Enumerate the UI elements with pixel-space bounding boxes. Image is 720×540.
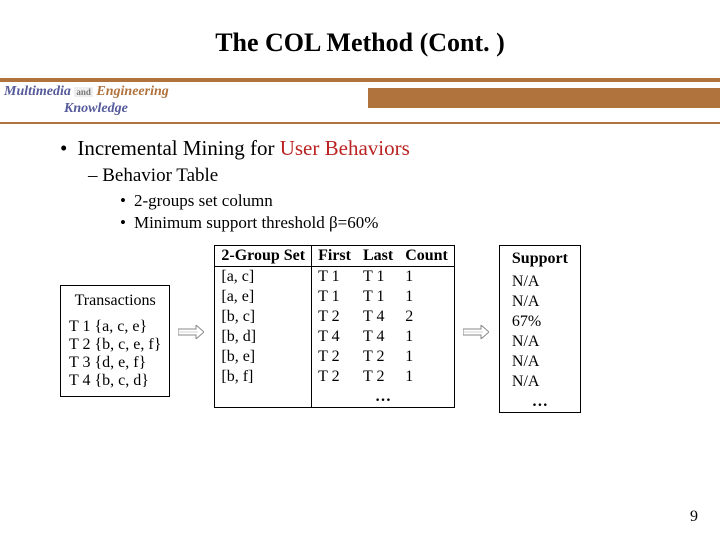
cell-last: T 4 — [357, 327, 399, 347]
arrow-right-icon — [178, 325, 204, 339]
cell-count: 2 — [399, 307, 454, 327]
bullet1-red: User Behaviors — [280, 136, 410, 160]
bullet-dot-icon: • — [120, 191, 126, 210]
col-header-first: First — [312, 245, 357, 266]
support-ellipsis: … — [500, 392, 580, 412]
arrow-right-col — [463, 325, 491, 339]
banner-logo: Multimedia and Engineering Knowledge — [0, 82, 368, 120]
cell-count: 1 — [399, 347, 454, 367]
cell-first: T 1 — [312, 266, 357, 287]
transactions-row: T 3 {d, e, f} — [69, 354, 161, 372]
table-row: [b, f] T 2 T 2 1 — [215, 367, 455, 387]
cell-gs: [b, f] — [215, 367, 312, 387]
page-number: 9 — [690, 508, 698, 526]
table-row: [a, c] T 1 T 1 1 — [215, 266, 455, 287]
banner-word-multimedia: Multimedia — [4, 84, 71, 99]
support-row: N/A — [500, 332, 580, 352]
bullet2-text: Behavior Table — [102, 165, 218, 186]
table-ellipsis-row: … — [215, 387, 455, 408]
col-header-groupset: 2-Group Set — [215, 245, 312, 266]
col-header-count: Count — [399, 245, 454, 266]
arrow-left-col — [178, 325, 206, 339]
cell-count: 1 — [399, 367, 454, 387]
banner-word-and: and — [74, 87, 93, 97]
slide-title: The COL Method (Cont. ) — [0, 0, 720, 58]
cell-last: T 4 — [357, 307, 399, 327]
transactions-row: T 2 {b, c, e, f} — [69, 336, 161, 354]
table-row: [b, e] T 2 T 2 1 — [215, 347, 455, 367]
cell-last: T 2 — [357, 367, 399, 387]
banner: Multimedia and Engineering Knowledge — [0, 78, 720, 124]
cell-first: T 1 — [312, 287, 357, 307]
banner-word-engineering: Engineering — [96, 84, 168, 99]
cell-first: T 2 — [312, 367, 357, 387]
cell-last: T 1 — [357, 266, 399, 287]
banner-bar-bottom — [0, 122, 720, 124]
cell-gs: [a, c] — [215, 266, 312, 287]
banner-bar-right — [368, 88, 720, 108]
bullet1-text: Incremental Mining for — [77, 136, 279, 160]
cell-gs: [a, e] — [215, 287, 312, 307]
support-box: Support N/A N/A 67% N/A N/A N/A … — [499, 245, 581, 413]
support-row: N/A — [500, 272, 580, 292]
transactions-row: T 1 {a, c, e} — [69, 318, 161, 336]
cell-count: 1 — [399, 287, 454, 307]
bullet-dot-icon: • — [120, 213, 126, 232]
cell-last: T 1 — [357, 287, 399, 307]
col-header-last: Last — [357, 245, 399, 266]
transactions-header: Transactions — [69, 290, 161, 318]
cell-first: T 2 — [312, 347, 357, 367]
lower-region: Transactions T 1 {a, c, e} T 2 {b, c, e,… — [0, 235, 720, 413]
content: • Incremental Mining for User Behaviors –… — [0, 128, 720, 233]
table-row: [b, d] T 4 T 4 1 — [215, 327, 455, 347]
support-row: N/A — [500, 372, 580, 392]
cell-gs: [b, c] — [215, 307, 312, 327]
group-set-table: 2-Group Set First Last Count [a, c] T 1 … — [214, 245, 455, 408]
support-row: N/A — [500, 352, 580, 372]
table-row: [b, c] T 2 T 4 2 — [215, 307, 455, 327]
support-header: Support — [500, 246, 580, 272]
banner-word-knowledge: Knowledge — [4, 101, 364, 118]
bullet3a-text: 2-groups set column — [134, 191, 273, 210]
cell-count: 1 — [399, 266, 454, 287]
bullet-level3-a: • 2-groups set column — [60, 191, 680, 211]
ellipsis: … — [312, 387, 455, 408]
bullet-dot-icon: • — [60, 136, 67, 160]
bullet-level1: • Incremental Mining for User Behaviors — [60, 136, 680, 161]
cell-first: T 4 — [312, 327, 357, 347]
cell-last: T 2 — [357, 347, 399, 367]
cell-gs: [b, e] — [215, 347, 312, 367]
support-row: N/A — [500, 292, 580, 312]
table-row: [a, e] T 1 T 1 1 — [215, 287, 455, 307]
cell-count: 1 — [399, 327, 454, 347]
bullet3b-text: Minimum support threshold β=60% — [134, 213, 378, 232]
transactions-box: Transactions T 1 {a, c, e} T 2 {b, c, e,… — [60, 285, 170, 397]
transactions-row: T 4 {b, c, d} — [69, 372, 161, 390]
support-row: 67% — [500, 312, 580, 332]
cell-first: T 2 — [312, 307, 357, 327]
cell-gs: [b, d] — [215, 327, 312, 347]
bullet-level3-b: • Minimum support threshold β=60% — [60, 213, 680, 233]
arrow-right-icon — [463, 325, 489, 339]
bullet-level2: – Behavior Table — [60, 165, 680, 187]
